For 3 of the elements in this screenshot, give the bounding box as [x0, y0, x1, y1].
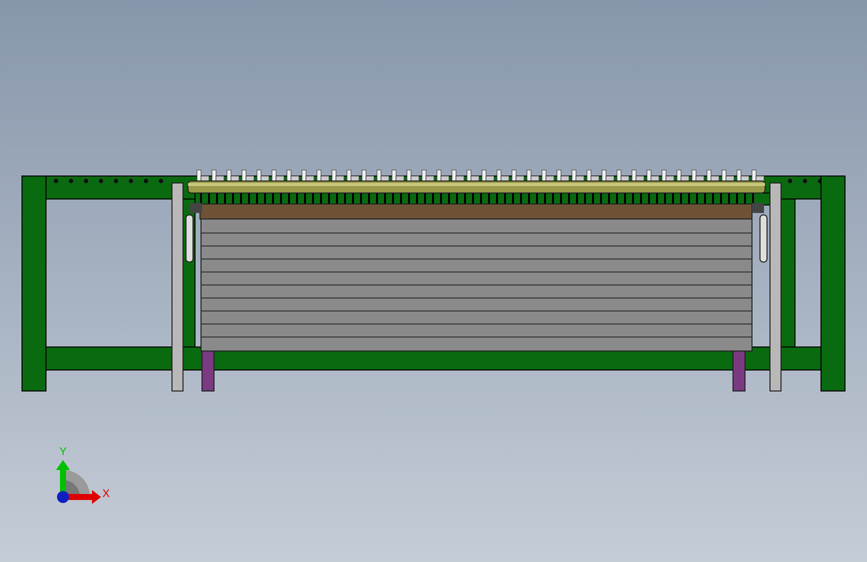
- axis-triad-icon: [56, 460, 101, 504]
- axis-label: X: [102, 488, 110, 500]
- axis-label: Y: [59, 446, 67, 458]
